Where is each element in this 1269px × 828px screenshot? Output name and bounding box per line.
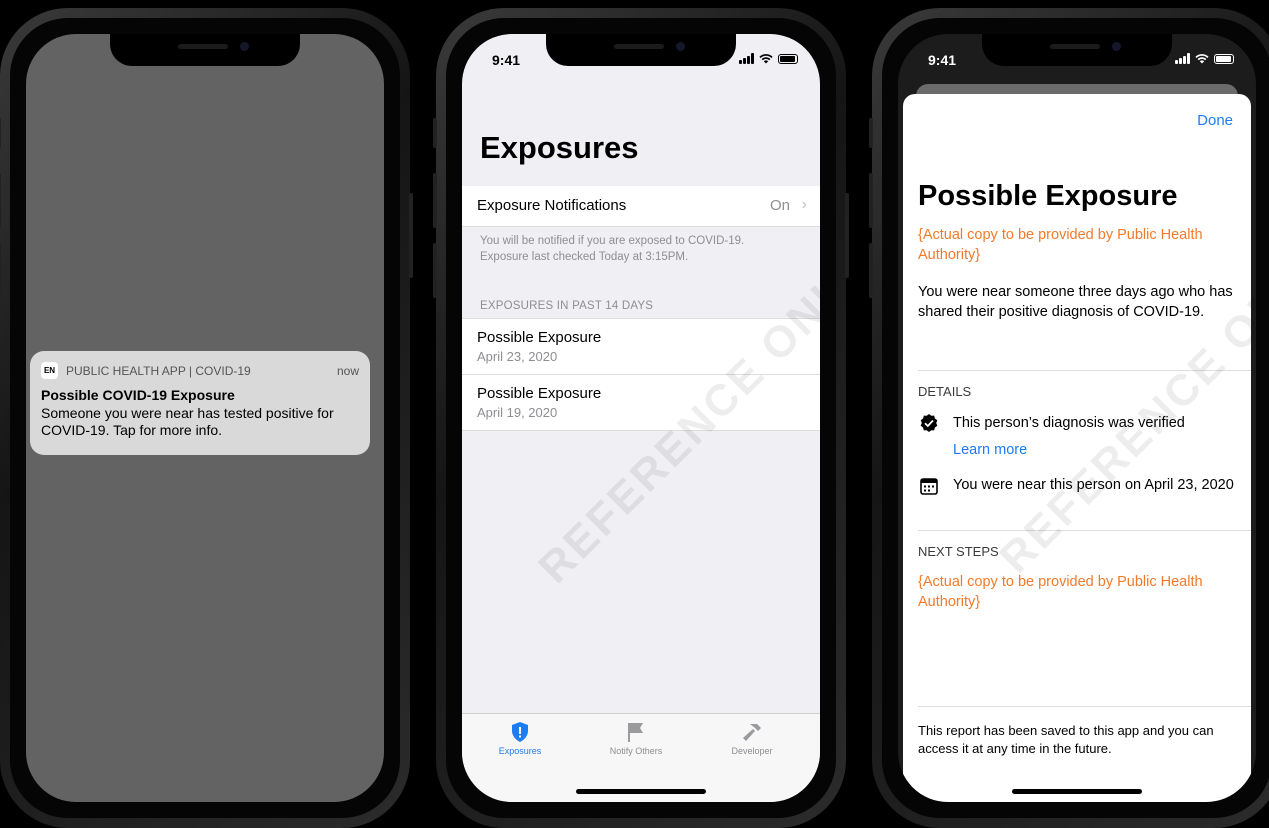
hammer-icon	[743, 724, 761, 741]
home-indicator	[576, 789, 706, 794]
exposure-footnote: You will be notified if you are exposed …	[480, 233, 790, 265]
tab-bar: Exposures Notify Others Developer	[462, 713, 820, 802]
exposure-detail-screen: 9:41 Done Possible Exposure {Actual copy…	[898, 34, 1256, 802]
exposure-title: Possible Exposure	[477, 329, 602, 346]
flag-icon	[628, 723, 643, 742]
battery-icon	[1214, 53, 1234, 64]
placeholder-copy: {Actual copy to be provided by Public He…	[918, 574, 1203, 610]
detail-verified: This person’s diagnosis was verified	[918, 413, 1243, 435]
exposure-notifications-value: On	[769, 197, 790, 214]
divider	[918, 706, 1251, 707]
placeholder-copy: {Actual copy to be provided by Public He…	[918, 227, 1203, 263]
volume-up-button	[869, 173, 873, 228]
exposure-notifications-row[interactable]: Exposure Notifications On ›	[462, 186, 820, 227]
notch	[110, 34, 300, 66]
exposure-notifications-label: Exposure Notifications	[477, 197, 627, 214]
footnote-line: Exposure last checked Today at 3:15PM.	[480, 251, 689, 263]
lock-screen: EN PUBLIC HEALTH APP | COVID-19 now Poss…	[26, 34, 384, 802]
exposure-notification[interactable]: EN PUBLIC HEALTH APP | COVID-19 now Poss…	[30, 351, 370, 455]
volume-down-button	[869, 243, 873, 298]
tab-notify-others[interactable]: Notify Others	[586, 722, 686, 756]
notification-title: Possible COVID-19 Exposure	[41, 387, 235, 403]
battery-icon	[778, 53, 798, 64]
tab-label: Developer	[731, 746, 773, 756]
status-time: 9:41	[928, 52, 957, 68]
phone-exposure-detail: 9:41 Done Possible Exposure {Actual copy…	[869, 8, 1269, 828]
exposure-date: April 19, 2020	[477, 405, 558, 420]
tab-exposures[interactable]: Exposures	[470, 722, 570, 756]
section-header: EXPOSURES IN PAST 14 DAYS	[480, 300, 654, 312]
phone-exposures: 9:41 Exposures Exposure Notifications On…	[433, 8, 849, 828]
tab-label: Notify Others	[609, 746, 663, 756]
volume-down-button	[433, 243, 437, 298]
status-time: 9:41	[492, 52, 521, 68]
done-button[interactable]: Done	[1197, 112, 1233, 129]
exposure-description: You were near someone three days ago who…	[918, 284, 1233, 320]
side-button	[409, 193, 413, 278]
wifi-icon	[1195, 54, 1209, 64]
chevron-right-icon: ›	[801, 196, 807, 213]
page-title: Exposures	[480, 130, 639, 165]
volume-up-button	[0, 173, 1, 228]
notification-body: Someone you were near has tested positiv…	[41, 405, 334, 438]
verified-badge-icon	[920, 414, 938, 432]
app-badge-icon: EN	[41, 362, 58, 379]
signal-icon	[739, 53, 754, 64]
volume-up-button	[433, 173, 437, 228]
mute-switch	[0, 118, 1, 148]
volume-down-button	[0, 243, 1, 298]
notification-app-name: PUBLIC HEALTH APP | COVID-19	[66, 363, 251, 378]
wifi-icon	[759, 54, 773, 64]
home-indicator	[1012, 789, 1142, 794]
divider	[918, 530, 1251, 531]
calendar-icon	[920, 478, 938, 495]
signal-icon	[1175, 53, 1190, 64]
mute-switch	[433, 118, 437, 148]
exposures-screen: 9:41 Exposures Exposure Notifications On…	[462, 34, 820, 802]
phone-lock-screen: EN PUBLIC HEALTH APP | COVID-19 now Poss…	[0, 8, 413, 828]
page-title: Possible Exposure	[918, 180, 1178, 212]
detail-sheet: Done Possible Exposure {Actual copy to b…	[903, 94, 1256, 802]
notification-time: now	[336, 363, 359, 378]
tab-label: Exposures	[498, 746, 542, 756]
side-button	[845, 193, 849, 278]
notch	[546, 34, 736, 66]
footnote-line: You will be notified if you are exposed …	[480, 235, 745, 247]
next-steps-header: NEXT STEPS	[918, 544, 999, 559]
exposure-date: April 23, 2020	[477, 349, 558, 364]
detail-verified-text: This person’s diagnosis was verified	[953, 415, 1185, 431]
learn-more-link[interactable]: Learn more	[953, 442, 1027, 458]
shield-alert-icon	[512, 722, 528, 742]
mute-switch	[869, 118, 873, 148]
tab-developer[interactable]: Developer	[702, 722, 802, 756]
details-header: DETAILS	[918, 384, 972, 399]
notch	[982, 34, 1172, 66]
report-saved-note: This report has been saved to this app a…	[918, 723, 1214, 756]
exposure-title: Possible Exposure	[477, 385, 602, 402]
